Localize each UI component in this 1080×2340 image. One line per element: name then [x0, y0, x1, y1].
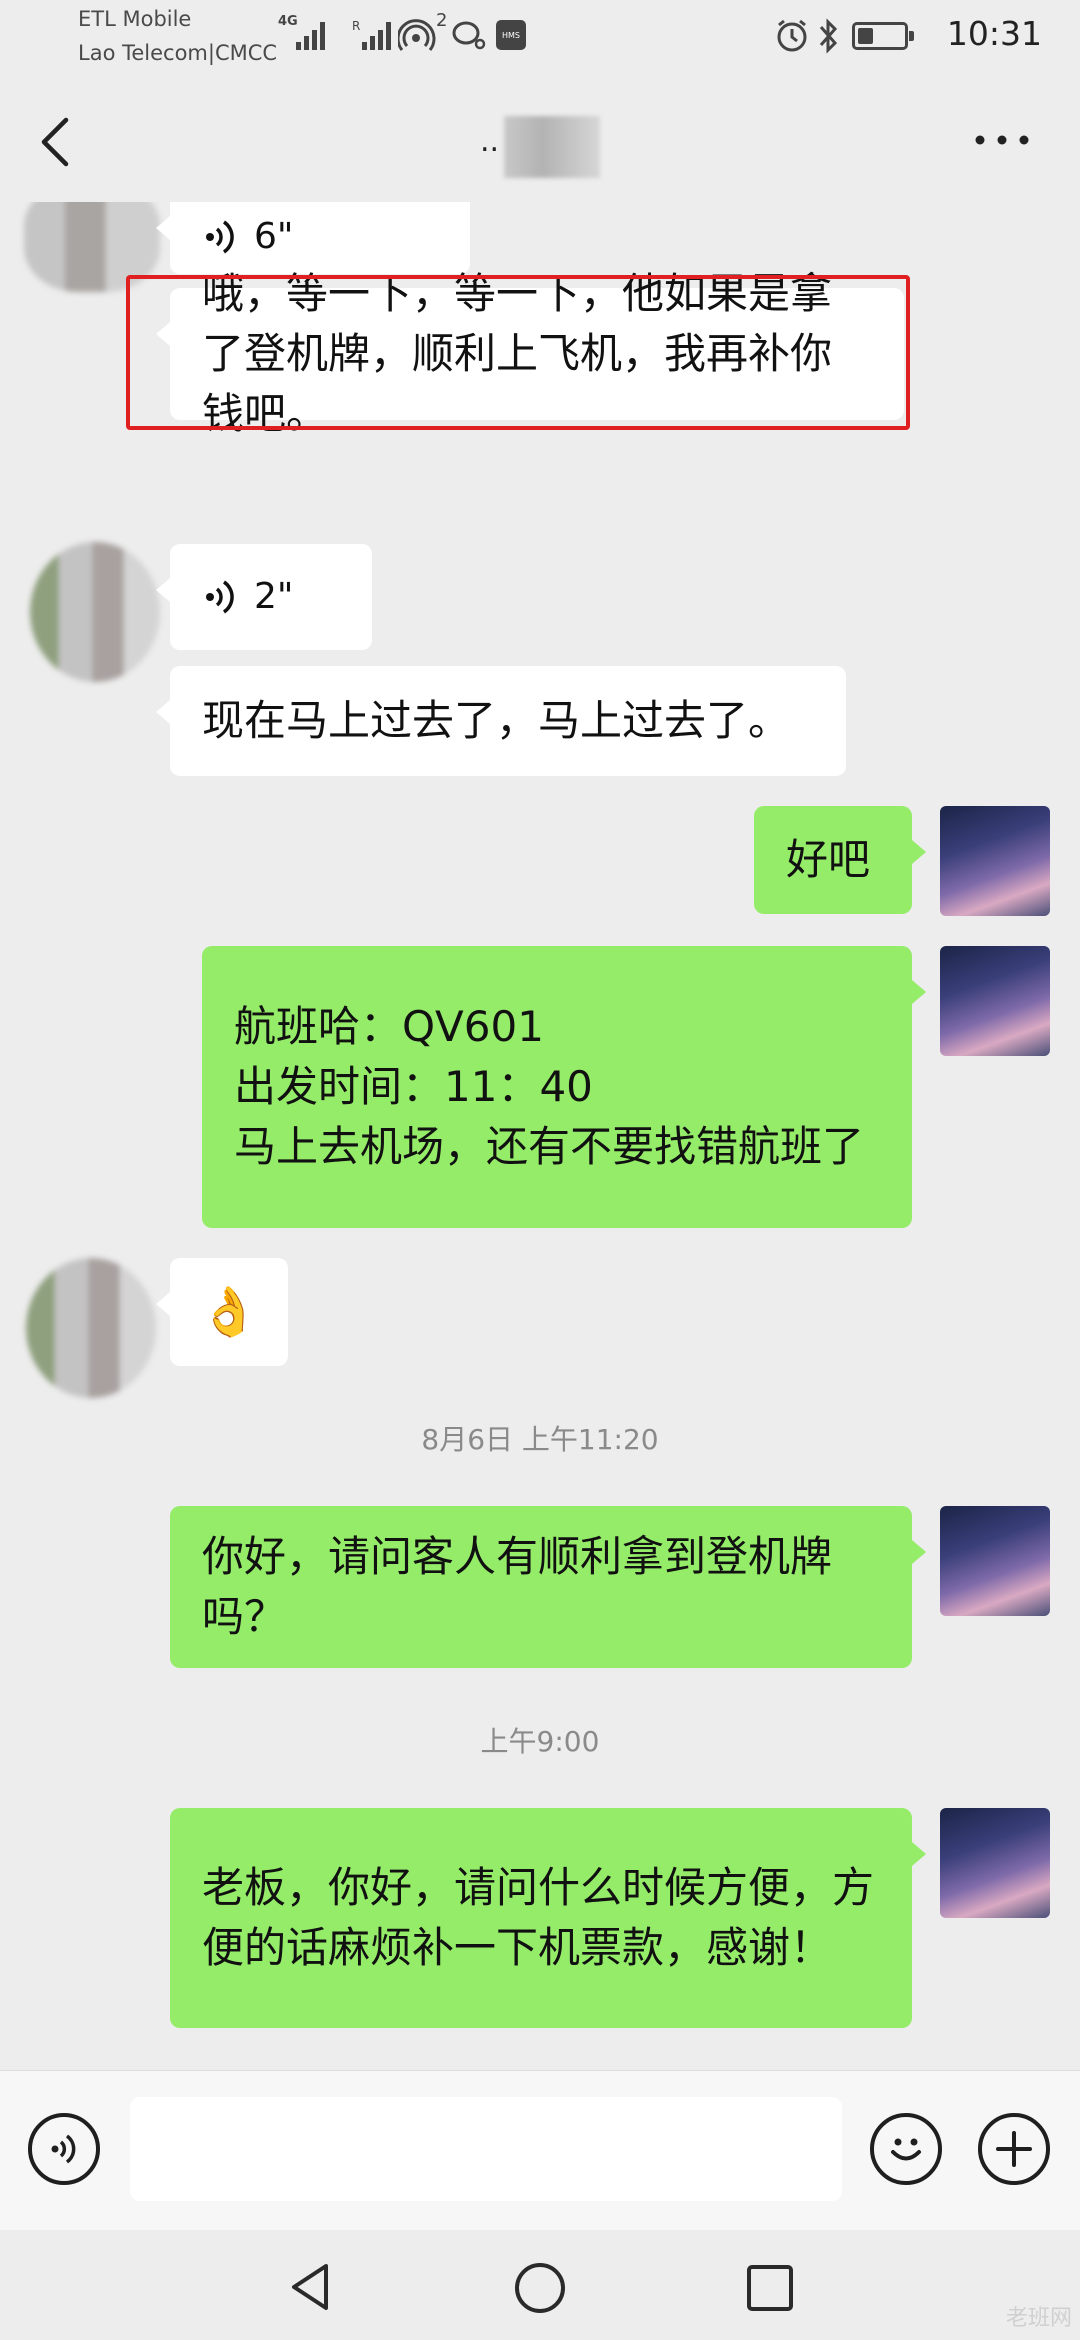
message-bubble-sent[interactable]: 老板，你好，请问什么时候方便，方便的话麻烦补一下机票款，感谢！ — [170, 1808, 926, 2028]
timestamp: 上午9:00 — [480, 1725, 600, 1758]
status-bar: ETL Mobile Lao Telecom|CMCC 4G R 2 HMS 1… — [0, 0, 1080, 72]
highlight-box — [126, 275, 910, 430]
message-bubble[interactable]: 现在马上过去了，马上过去了。 — [156, 666, 846, 776]
my-avatar[interactable] — [940, 1506, 1050, 1616]
battery-icon — [852, 22, 914, 50]
message-text: 航班哈：QV601 出发时间：11：40 马上去机场，还有不要找错航班了 — [234, 1002, 865, 1171]
bluetooth-icon — [819, 18, 838, 54]
message-text: 现在马上过去了，马上过去了。 — [202, 696, 791, 745]
my-avatar[interactable] — [940, 946, 1050, 1056]
message-bubble-sent[interactable]: 好吧 — [754, 806, 926, 914]
voice-wave-icon — [206, 580, 234, 614]
voice-wave-icon — [206, 220, 234, 254]
message-list[interactable]: 6" 哦，等一下，等一下，他如果是拿了登机牌，顺利上飞机，我再补你钱吧。 2" … — [0, 202, 1080, 2070]
alarm-icon — [777, 19, 807, 52]
message-text: 你好，请问客人有顺利拿到登机牌吗？ — [202, 1532, 833, 1641]
emoji-icon — [891, 2138, 921, 2161]
input-bar — [0, 2070, 1080, 2230]
hotspot-count: 2 — [436, 10, 448, 31]
voice-input-button[interactable] — [28, 2113, 100, 2185]
signal-strength-roaming-icon: R — [352, 19, 391, 50]
chat-title: .. — [480, 124, 500, 159]
nav-home-button[interactable] — [512, 2260, 568, 2316]
carrier-name-primary: ETL Mobile — [78, 7, 192, 31]
back-button[interactable] — [30, 112, 78, 172]
emoji-message[interactable]: 👌 — [156, 1258, 288, 1366]
message-text: 好吧 — [786, 835, 871, 884]
carrier-name-secondary: Lao Telecom|CMCC — [78, 41, 278, 65]
voice-message[interactable]: 2" — [156, 544, 372, 650]
nav-recents-button[interactable] — [744, 2262, 796, 2314]
signal-strength-icon — [296, 22, 325, 50]
voice-duration: 2" — [254, 576, 294, 617]
chat-header: .. — [0, 72, 1080, 202]
hms-icon: HMS — [496, 20, 526, 50]
svg-text:R: R — [352, 19, 360, 33]
ok-hand-emoji: 👌 — [199, 1284, 259, 1340]
plus-icon — [996, 2131, 1032, 2167]
message-text: 老板，你好，请问什么时候方便，方便的话麻烦补一下机票款，感谢！ — [202, 1863, 875, 1972]
my-avatar[interactable] — [940, 806, 1050, 916]
system-nav-bar: 老班网 — [0, 2230, 1080, 2340]
notification-chat-icon — [452, 21, 486, 50]
nav-back-button[interactable] — [286, 2260, 336, 2314]
timestamp: 8月6日 上午11:20 — [421, 1423, 659, 1456]
contact-avatar[interactable] — [30, 542, 160, 682]
contact-avatar[interactable] — [26, 1258, 156, 1398]
message-bubble-sent[interactable]: 你好，请问客人有顺利拿到登机牌吗？ — [170, 1506, 926, 1668]
message-input[interactable] — [130, 2097, 842, 2201]
voice-duration: 6" — [254, 216, 294, 257]
more-functions-button[interactable] — [978, 2113, 1050, 2185]
more-options-button[interactable] — [970, 128, 1034, 152]
watermark: 老班网 — [1005, 2306, 1072, 2331]
emoji-button[interactable] — [870, 2113, 942, 2185]
clock: 10:31 — [946, 14, 1042, 53]
my-avatar[interactable] — [940, 1808, 1050, 1918]
voice-input-icon — [51, 2134, 76, 2164]
contact-name-blurred — [504, 116, 600, 178]
hotspot-icon — [398, 19, 436, 51]
message-bubble-sent[interactable]: 航班哈：QV601 出发时间：11：40 马上去机场，还有不要找错航班了 — [202, 946, 926, 1228]
